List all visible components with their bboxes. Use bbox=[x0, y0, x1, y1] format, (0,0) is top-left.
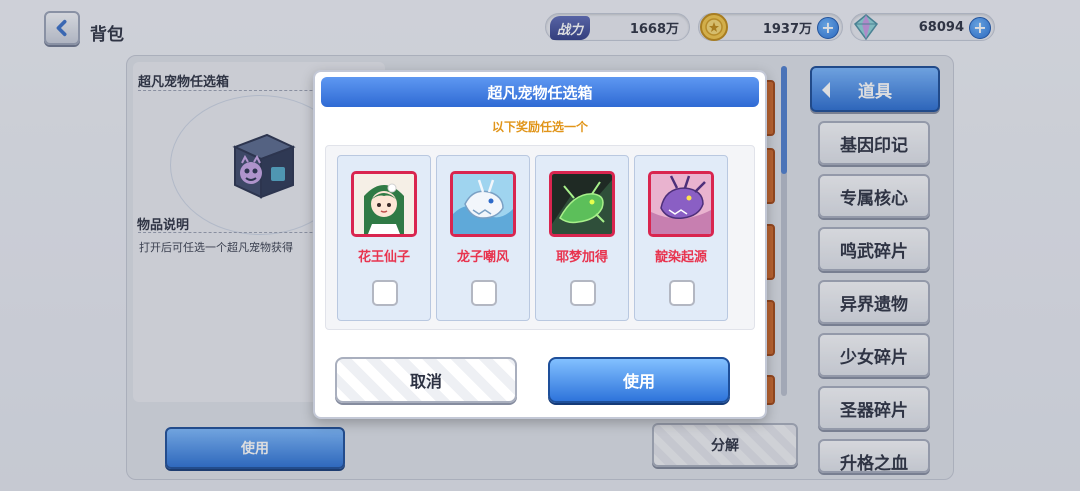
purple-dragon-portrait-icon bbox=[648, 171, 714, 237]
white-dragon-portrait-icon bbox=[450, 171, 516, 237]
choice-card[interactable]: 龙子嘲风 bbox=[436, 155, 530, 321]
confirm-use-button[interactable]: 使用 bbox=[548, 357, 730, 403]
choice-name: 花王仙子 bbox=[357, 250, 410, 265]
green-serpent-portrait-icon bbox=[549, 171, 615, 237]
choice-card[interactable]: 花王仙子 bbox=[337, 155, 431, 321]
choice-name: 耶梦加得 bbox=[555, 250, 608, 265]
choice-checkbox[interactable] bbox=[471, 280, 497, 306]
choice-card[interactable]: 耶梦加得 bbox=[535, 155, 629, 321]
dialog-subtitle: 以下奖励任选一个 bbox=[491, 120, 588, 134]
choice-checkbox[interactable] bbox=[669, 280, 695, 306]
choice-name: 靛染起源 bbox=[654, 250, 707, 265]
cancel-button[interactable]: 取消 bbox=[335, 357, 517, 403]
choice-checkbox[interactable] bbox=[570, 280, 596, 306]
choice-checkbox[interactable] bbox=[372, 280, 398, 306]
choice-card[interactable]: 靛染起源 bbox=[634, 155, 728, 321]
choice-name: 龙子嘲风 bbox=[456, 250, 509, 265]
dialog-title: 超凡宠物任选箱 bbox=[321, 77, 759, 107]
flower-fairy-portrait-icon bbox=[351, 171, 417, 237]
